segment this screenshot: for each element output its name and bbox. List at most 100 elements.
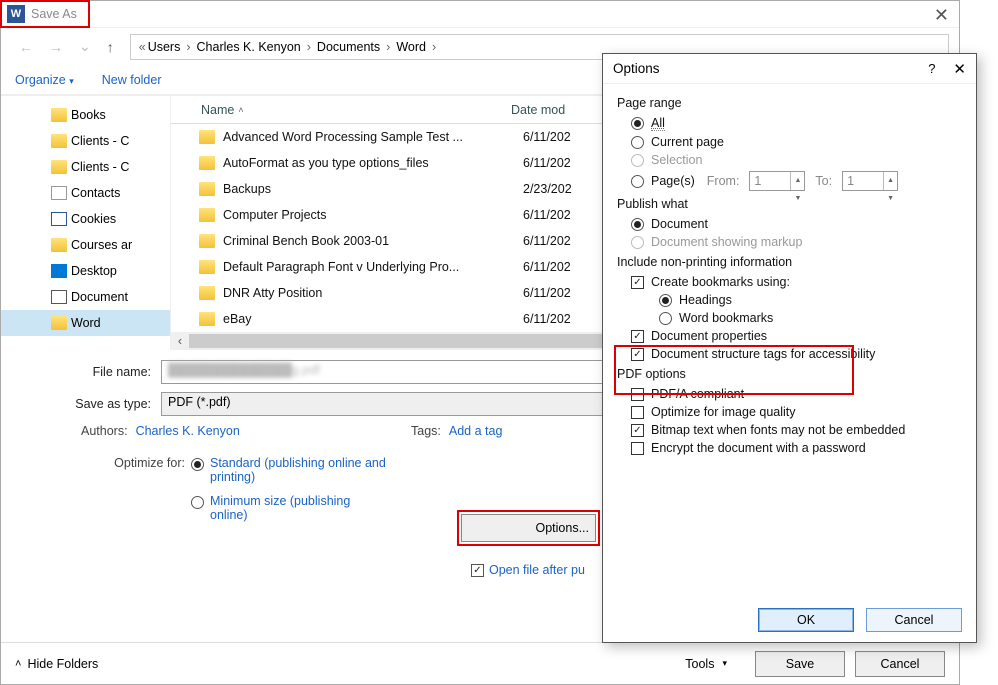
pdf-options-label: PDF options — [617, 367, 962, 381]
sidebar-item-word[interactable]: Word — [1, 310, 170, 336]
file-name: Computer Projects — [223, 208, 523, 222]
breadcrumb-item[interactable]: Word — [396, 40, 426, 54]
sidebar-item-books[interactable]: Books — [1, 102, 170, 128]
file-name: eBay — [223, 312, 523, 326]
bitmap-text-checkbox[interactable]: Bitmap text when fonts may not be embedd… — [631, 423, 962, 437]
sidebar-item-label: Document — [71, 290, 128, 304]
publish-document-radio[interactable]: Document — [631, 217, 962, 231]
close-icon[interactable]: ✕ — [934, 5, 949, 26]
cookies-icon — [51, 212, 67, 226]
options-button[interactable]: Options... — [461, 514, 596, 542]
nav-back-icon[interactable]: ← — [11, 35, 41, 59]
checkbox-label: PDF/A compliant — [651, 387, 744, 401]
sidebar-item-courses[interactable]: Courses ar — [1, 232, 170, 258]
radio-label: Document — [651, 217, 708, 231]
checkbox-label: Document properties — [651, 329, 767, 343]
checkbox-icon — [631, 330, 644, 343]
to-input[interactable]: 1▲▼ — [842, 171, 898, 191]
sidebar-item-contacts[interactable]: Contacts — [1, 180, 170, 206]
from-input[interactable]: 1▲▼ — [749, 171, 805, 191]
bookmarks-headings-radio[interactable]: Headings — [659, 293, 962, 307]
structure-tags-checkbox[interactable]: Document structure tags for accessibilit… — [631, 347, 962, 361]
nav-forward-icon[interactable]: → — [41, 35, 71, 59]
file-date: 6/11/202 — [523, 234, 571, 248]
close-icon[interactable]: ✕ — [953, 60, 966, 78]
save-button[interactable]: Save — [755, 651, 845, 677]
encrypt-checkbox[interactable]: Encrypt the document with a password — [631, 441, 962, 455]
page-range-all-radio[interactable]: All — [631, 116, 962, 131]
radio-label: Selection — [651, 153, 702, 167]
pdfa-checkbox[interactable]: PDF/A compliant — [631, 387, 962, 401]
publish-markup-radio[interactable]: Document showing markup — [631, 235, 962, 249]
breadcrumb-item[interactable]: Users — [148, 40, 181, 54]
folder-icon — [51, 316, 67, 330]
radio-icon — [191, 458, 204, 471]
spin-down-icon[interactable]: ▼ — [791, 190, 804, 208]
breadcrumb-item[interactable]: Charles K. Kenyon — [197, 40, 301, 54]
options-cancel-button[interactable]: Cancel — [866, 608, 962, 632]
folder-icon — [199, 182, 215, 196]
folder-icon — [199, 312, 215, 326]
cancel-button[interactable]: Cancel — [855, 651, 945, 677]
folder-icon — [51, 134, 67, 148]
new-folder-button[interactable]: New folder — [102, 73, 162, 87]
page-range-selection-radio[interactable]: Selection — [631, 153, 962, 167]
bookmarks-word-radio[interactable]: Word bookmarks — [659, 311, 962, 325]
sidebar-item-label: Desktop — [71, 264, 117, 278]
scroll-left-icon[interactable]: ‹ — [171, 334, 189, 348]
page-range-label: Page range — [617, 96, 962, 110]
image-quality-checkbox[interactable]: Optimize for image quality — [631, 405, 962, 419]
file-name: AutoFormat as you type options_files — [223, 156, 523, 170]
authors-value[interactable]: Charles K. Kenyon — [136, 424, 240, 438]
checkbox-label: Encrypt the document with a password — [651, 441, 866, 455]
spin-down-icon[interactable]: ▼ — [884, 190, 897, 208]
optimize-minimum-radio[interactable]: Minimum size (publishing online) — [191, 494, 390, 522]
sidebar-item-clients1[interactable]: Clients - C — [1, 128, 170, 154]
nav-up-icon[interactable]: ↑ — [99, 35, 122, 59]
optimize-label: Optimize for: — [51, 456, 191, 522]
checkbox-icon — [471, 564, 484, 577]
spin-up-icon[interactable]: ▲ — [791, 172, 804, 190]
options-ok-button[interactable]: OK — [758, 608, 854, 632]
checkbox-label: Bitmap text when fonts may not be embedd… — [651, 423, 905, 437]
options-dialog: Options ? ✕ Page range All Current page … — [602, 53, 977, 643]
open-after-checkbox[interactable]: Open file after pu — [471, 563, 585, 577]
column-name[interactable]: Name˄ — [171, 103, 511, 117]
sidebar-item-label: Books — [71, 108, 106, 122]
page-range-pages-radio[interactable]: Page(s) From: 1▲▼ To: 1▲▼ — [631, 171, 962, 191]
optimize-standard-radio[interactable]: Standard (publishing online and printing… — [191, 456, 390, 484]
tags-value[interactable]: Add a tag — [449, 424, 503, 438]
file-name: Default Paragraph Font v Underlying Pro.… — [223, 260, 523, 274]
page-range-current-radio[interactable]: Current page — [631, 135, 962, 149]
document-icon — [51, 290, 67, 304]
checkbox-label: Create bookmarks using: — [651, 275, 790, 289]
radio-label: Minimum size (publishing online) — [210, 494, 390, 522]
hide-folders-label: Hide Folders — [27, 657, 98, 671]
checkbox-label: Open file after pu — [489, 563, 585, 577]
organize-button[interactable]: Organize ▾ — [15, 73, 74, 87]
file-date: 6/11/202 — [523, 208, 571, 222]
sidebar-item-desktop[interactable]: Desktop — [1, 258, 170, 284]
checkbox-icon — [631, 276, 644, 289]
radio-label: All — [651, 116, 665, 131]
sidebar-item-documents[interactable]: Document — [1, 284, 170, 310]
sidebar-item-cookies[interactable]: Cookies — [1, 206, 170, 232]
tools-menu[interactable]: Tools▾ — [685, 657, 727, 671]
checkbox-icon — [631, 424, 644, 437]
radio-icon — [659, 312, 672, 325]
sidebar-item-clients2[interactable]: Clients - C — [1, 154, 170, 180]
doc-properties-checkbox[interactable]: Document properties — [631, 329, 962, 343]
breadcrumb-overflow-icon[interactable]: « — [139, 40, 146, 54]
spin-up-icon[interactable]: ▲ — [884, 172, 897, 190]
radio-label: Document showing markup — [651, 235, 802, 249]
options-title: Options — [613, 61, 660, 76]
create-bookmarks-checkbox[interactable]: Create bookmarks using: — [631, 275, 962, 289]
breadcrumb-item[interactable]: Documents — [317, 40, 380, 54]
radio-icon — [659, 294, 672, 307]
hide-folders-button[interactable]: ˄ Hide Folders — [15, 657, 98, 671]
file-date: 6/11/202 — [523, 156, 571, 170]
file-name: Backups — [223, 182, 523, 196]
nav-history-icon[interactable]: ⌄ — [71, 34, 99, 59]
radio-label: Headings — [679, 293, 732, 307]
help-icon[interactable]: ? — [928, 61, 935, 76]
